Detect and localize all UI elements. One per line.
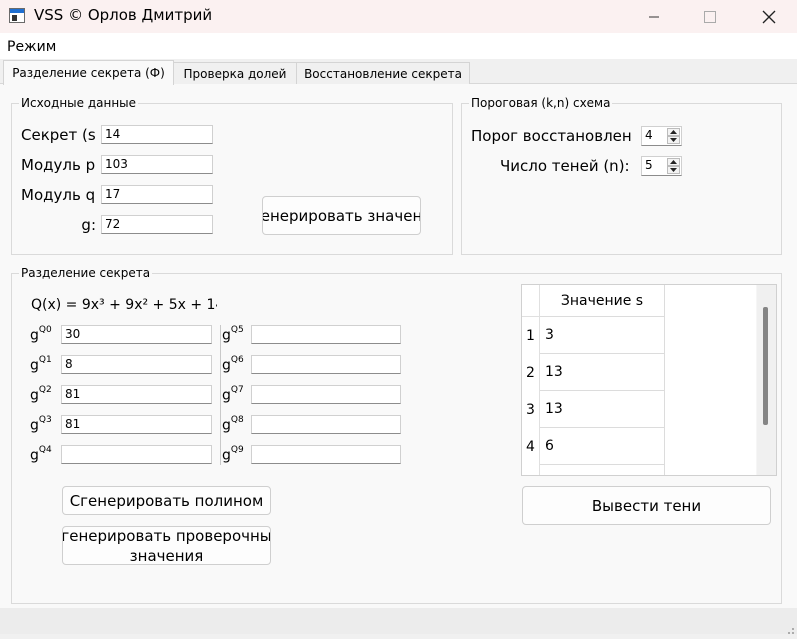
modulus-q-label: Модуль q (21, 186, 96, 204)
table-header-value[interactable]: Значение s (540, 285, 665, 317)
spin-down-icon[interactable] (667, 166, 680, 174)
generate-check-values-line2: значения (129, 546, 204, 565)
maximize-icon (704, 10, 716, 23)
table-row-index (522, 465, 540, 475)
window-title: VSS © Орлов Дмитрий (34, 6, 213, 24)
menu-bar (0, 33, 797, 59)
modulus-p-label: Модуль p (21, 156, 96, 174)
polynomial-label: Q(x) = 9x³ + 9x² + 5x + 14 (31, 297, 217, 313)
table-cell-value[interactable]: 6 (540, 428, 665, 465)
table-cell-value[interactable]: 13 (540, 354, 665, 391)
menu-item-mode[interactable]: Режим (7, 39, 56, 55)
g-input[interactable]: 72 (101, 215, 213, 234)
coef-label-q2: gQ2 (30, 385, 52, 404)
threshold-k-value: 4 (645, 128, 653, 142)
generate-check-values-line1: генерировать проверочны (62, 526, 271, 545)
coef-label-q0: gQ0 (30, 325, 52, 344)
table-row-index: 4 (522, 428, 540, 465)
coef-input-q3[interactable]: 81 (61, 415, 212, 434)
table-empty-area (665, 285, 756, 475)
close-button[interactable] (746, 0, 792, 33)
coef-label-q5: gQ5 (222, 325, 244, 344)
coef-label-q3: gQ3 (30, 415, 52, 434)
shadows-n-value: 5 (645, 158, 653, 172)
secret-input[interactable]: 14 (101, 125, 213, 144)
tab-secret-restore[interactable]: Восстановление секрета (296, 62, 470, 84)
table-scrollbar-thumb[interactable] (763, 307, 768, 425)
generate-check-values-button[interactable]: генерировать проверочны значения (62, 526, 271, 565)
threshold-title: Пороговая (k,n) схема (469, 96, 613, 110)
coef-input-q7[interactable] (251, 385, 401, 404)
resize-grip-icon[interactable] (785, 620, 795, 634)
app-icon (9, 8, 25, 23)
coef-label-q1: gQ1 (30, 355, 52, 374)
minimize-button[interactable] (631, 0, 677, 33)
threshold-group (461, 103, 782, 255)
coef-input-q4[interactable] (61, 445, 212, 464)
shadows-n-spinbox[interactable]: 5 (641, 156, 682, 176)
spin-down-icon[interactable] (667, 136, 680, 144)
coef-input-q2[interactable]: 81 (61, 385, 212, 404)
split-title: Разделение секрета (19, 266, 153, 280)
tab-secret-split[interactable]: Разделение секрета (Ф) (3, 60, 174, 85)
coef-input-q5[interactable] (251, 325, 401, 344)
coef-label-q8: gQ8 (222, 415, 244, 434)
generate-polynomial-button[interactable]: Сгенерировать полином (62, 486, 271, 515)
table-row-index: 1 (522, 317, 540, 354)
coef-input-q6[interactable] (251, 355, 401, 374)
coef-input-q8[interactable] (251, 415, 401, 434)
status-bar (0, 608, 797, 634)
table-cell-value[interactable]: 3 (540, 317, 665, 354)
coef-input-q1[interactable]: 8 (61, 355, 212, 374)
minimize-icon (649, 16, 659, 17)
coef-label-q6: gQ6 (222, 355, 244, 374)
secret-label: Секрет (s (21, 126, 96, 144)
table-cell-value (540, 465, 665, 475)
threshold-k-label: Порог восстановлени (471, 127, 633, 145)
coef-divider (220, 325, 221, 465)
coef-label-q7: gQ7 (222, 385, 244, 404)
maximize-button[interactable] (687, 0, 733, 33)
table-row-index: 2 (522, 354, 540, 391)
modulus-p-input[interactable]: 103 (101, 155, 213, 174)
coef-input-q0[interactable]: 30 (61, 325, 212, 344)
spin-up-icon[interactable] (667, 128, 680, 136)
table-cell-value[interactable]: 13 (540, 391, 665, 428)
coef-label-q4: gQ4 (30, 445, 52, 464)
source-data-title: Исходные данные (19, 96, 139, 110)
coef-input-q9[interactable] (251, 445, 401, 464)
coef-label-q9: gQ9 (222, 445, 244, 464)
close-icon (762, 10, 776, 23)
threshold-k-spinbox[interactable]: 4 (641, 126, 682, 146)
table-row-index: 3 (522, 391, 540, 428)
table-scrollbar[interactable] (757, 285, 776, 475)
g-label: g: (81, 216, 96, 234)
spin-up-icon[interactable] (667, 158, 680, 166)
tab-share-check[interactable]: Проверка долей (173, 62, 297, 84)
table-corner (522, 285, 540, 317)
generate-values-button[interactable]: енерировать значен (262, 196, 421, 235)
modulus-q-input[interactable]: 17 (101, 185, 213, 204)
output-shadows-button[interactable]: Вывести тени (522, 486, 771, 525)
shadows-n-label: Число теней (n): (500, 157, 630, 175)
shadows-table[interactable]: Значение s 1 3 2 13 3 13 4 6 (521, 284, 777, 476)
